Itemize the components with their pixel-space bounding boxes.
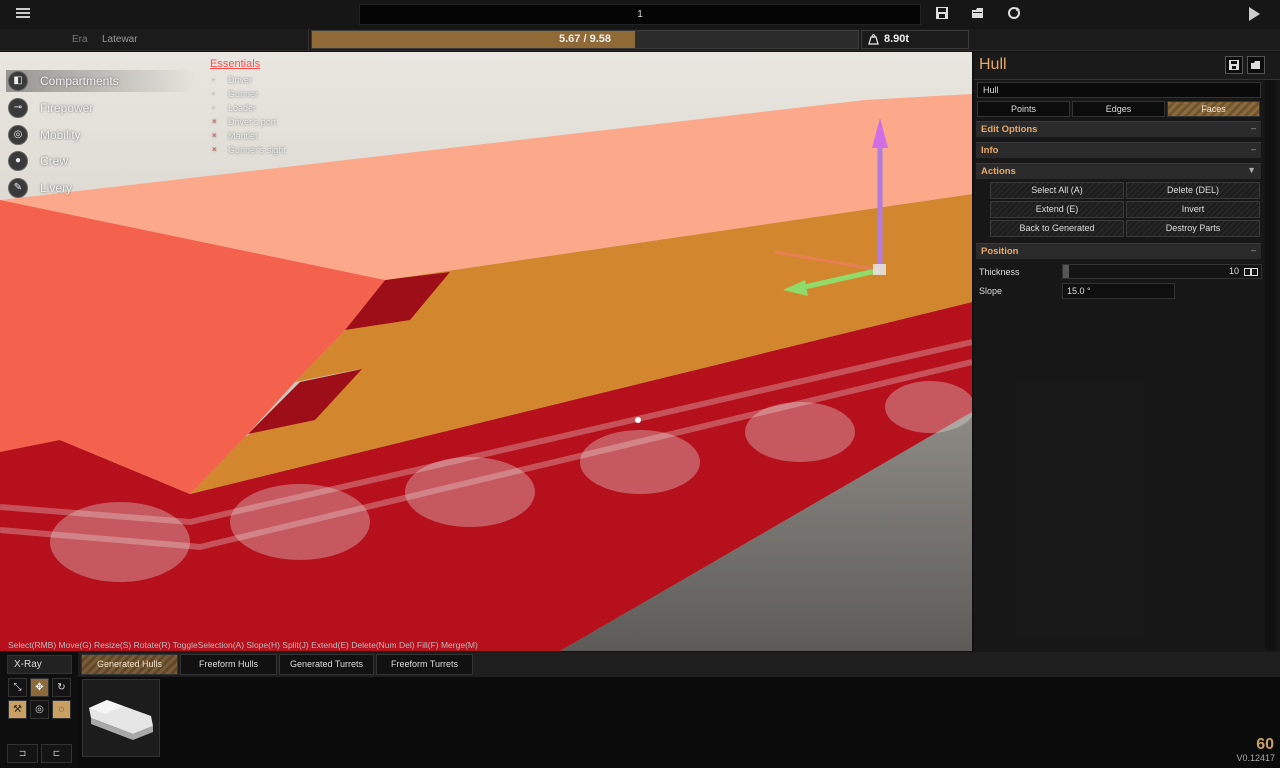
rotate-icon[interactable]: ↻	[52, 678, 71, 697]
check-icon: -	[212, 103, 215, 112]
snap-icon[interactable]: ◎	[30, 700, 49, 719]
cost-text: 5.67 / 9.58	[559, 33, 611, 45]
slider-handle[interactable]	[1063, 265, 1069, 278]
nav-label: Compartments	[40, 74, 119, 88]
xray-toggle[interactable]: X-Ray	[7, 655, 72, 674]
refresh-icon[interactable]	[1006, 6, 1022, 22]
section-actions[interactable]: Actions ▼	[976, 163, 1261, 179]
panel-header: Hull	[974, 52, 1280, 80]
cross-icon: ×	[212, 131, 217, 140]
cannon-icon: ⊸	[8, 98, 28, 118]
nav-label: Crew	[40, 154, 69, 168]
era-selector[interactable]	[63, 29, 309, 50]
nav-livery[interactable]: ✎ Livery	[6, 177, 196, 199]
essential-item: - Gunner	[212, 89, 259, 99]
cube-icon: ◧	[8, 71, 28, 91]
cross-icon: ×	[212, 117, 217, 126]
version-label: V0.12417	[1236, 753, 1275, 763]
thickness-label: Thickness	[979, 267, 1020, 277]
weight-icon	[868, 34, 879, 45]
essentials-checklist: Essentials - Driver - Gunner - Loader × Driv…	[210, 58, 286, 157]
section-edit-options[interactable]: Edit Options –	[976, 121, 1261, 137]
essential-item: × Gunner's sight	[212, 145, 286, 155]
hull-part-thumbnail[interactable]	[82, 679, 160, 757]
weight-value: 8.90t	[884, 33, 910, 45]
collapse-icon: –	[1250, 123, 1256, 133]
tab-freeform-turrets[interactable]: Freeform Turrets	[376, 654, 473, 675]
section-info[interactable]: Info –	[976, 142, 1261, 158]
section-position[interactable]: Position –	[976, 243, 1261, 259]
essential-item: × Mantlet	[212, 131, 258, 141]
save-icon[interactable]	[934, 6, 950, 22]
chevron-down-icon: ▼	[1247, 165, 1256, 175]
nav-mobility[interactable]: ◎ Mobility	[6, 124, 196, 146]
select-all-button[interactable]: Select All (A)	[990, 182, 1124, 199]
brush-icon: ✎	[8, 178, 28, 198]
prev-button[interactable]: ⊐	[7, 744, 38, 763]
essential-item: - Loader	[212, 103, 257, 113]
hull-panel: Hull Hull Points Edges Faces Edit Option…	[974, 52, 1280, 652]
tab-generated-turrets[interactable]: Generated Turrets	[279, 654, 374, 675]
thickness-slider[interactable]: 10	[1062, 264, 1262, 279]
delete-button[interactable]: Delete (DEL)	[1126, 182, 1260, 199]
resize-icon[interactable]: ⤡	[8, 678, 27, 697]
cost-progress-bar: 5.67 / 9.58	[311, 30, 859, 49]
keyboard-hint: Select(RMB) Move(G) Resize(S) Rotate(R) …	[8, 640, 478, 650]
weight-display: 8.90t	[861, 30, 969, 49]
tab-points[interactable]: Points	[977, 101, 1070, 117]
tab-freeform-hulls[interactable]: Freeform Hulls	[180, 654, 277, 675]
invert-button[interactable]: Invert	[1126, 201, 1260, 218]
nav-label: Livery	[40, 181, 73, 195]
hull-preview-icon	[89, 700, 153, 740]
extend-button[interactable]: Extend (E)	[990, 201, 1124, 218]
bottom-bar: X-Ray ⤡ ✥ ↻ ⚒ ◎ ◌ ⊐ ⊏ Generated Hulls Fr…	[0, 652, 1280, 768]
hamburger-menu-icon[interactable]	[14, 6, 36, 24]
parts-browser	[78, 677, 1280, 768]
collapse-icon: –	[1250, 245, 1256, 255]
back-to-generated-button[interactable]: Back to Generated	[990, 220, 1124, 237]
3d-viewport[interactable]: ◧ Compartments ⊸ Firepower ◎ Mobility ● …	[0, 52, 972, 651]
folder-open-icon[interactable]	[1247, 56, 1265, 74]
collapse-icon: –	[1250, 144, 1256, 154]
folder-open-icon[interactable]	[970, 6, 986, 22]
person-icon: ●	[8, 151, 28, 171]
next-button[interactable]: ⊏	[41, 744, 72, 763]
panel-scrollbar[interactable]	[1265, 80, 1276, 650]
essentials-title[interactable]: Essentials	[210, 58, 286, 70]
mirror-icon[interactable]: ⚒	[8, 700, 27, 719]
save-icon[interactable]	[1225, 56, 1243, 74]
tab-edges[interactable]: Edges	[1072, 101, 1165, 117]
slope-label: Slope	[979, 286, 1003, 296]
hull-name-field[interactable]: Hull	[977, 82, 1261, 98]
tab-generated-hulls[interactable]: Generated Hulls	[81, 654, 178, 675]
armor-unit-icon	[1244, 268, 1258, 276]
slope-input[interactable]: 15.0 °	[1062, 283, 1175, 299]
nav-compartments[interactable]: ◧ Compartments	[6, 70, 196, 92]
nav-label: Firepower	[40, 101, 94, 115]
check-icon: -	[212, 89, 215, 98]
wheel-icon: ◎	[8, 125, 28, 145]
thickness-value: 10	[1228, 266, 1239, 276]
panel-title: Hull	[979, 56, 1007, 73]
nav-crew[interactable]: ● Crew	[6, 150, 196, 172]
cross-icon: ×	[212, 145, 217, 154]
nav-label: Mobility	[40, 128, 81, 142]
tab-faces[interactable]: Faces	[1167, 101, 1260, 117]
top-bar: 1	[0, 0, 1280, 29]
local-icon[interactable]: ◌	[52, 700, 71, 719]
check-icon: -	[212, 75, 215, 84]
era-cost-bar: Era Latewar 5.67 / 9.58 8.90t	[0, 29, 1280, 51]
project-name-field[interactable]: 1	[359, 4, 921, 25]
essential-item: - Driver	[212, 75, 252, 85]
essential-item: × Driver's port	[212, 117, 277, 127]
era-label: Era	[72, 34, 88, 45]
era-value[interactable]: Latewar	[102, 34, 138, 45]
nav-firepower[interactable]: ⊸ Firepower	[6, 97, 196, 119]
fps-counter: 60	[1256, 736, 1274, 753]
move-icon[interactable]: ✥	[30, 678, 49, 697]
play-icon[interactable]	[1246, 6, 1262, 22]
destroy-parts-button[interactable]: Destroy Parts	[1126, 220, 1260, 237]
